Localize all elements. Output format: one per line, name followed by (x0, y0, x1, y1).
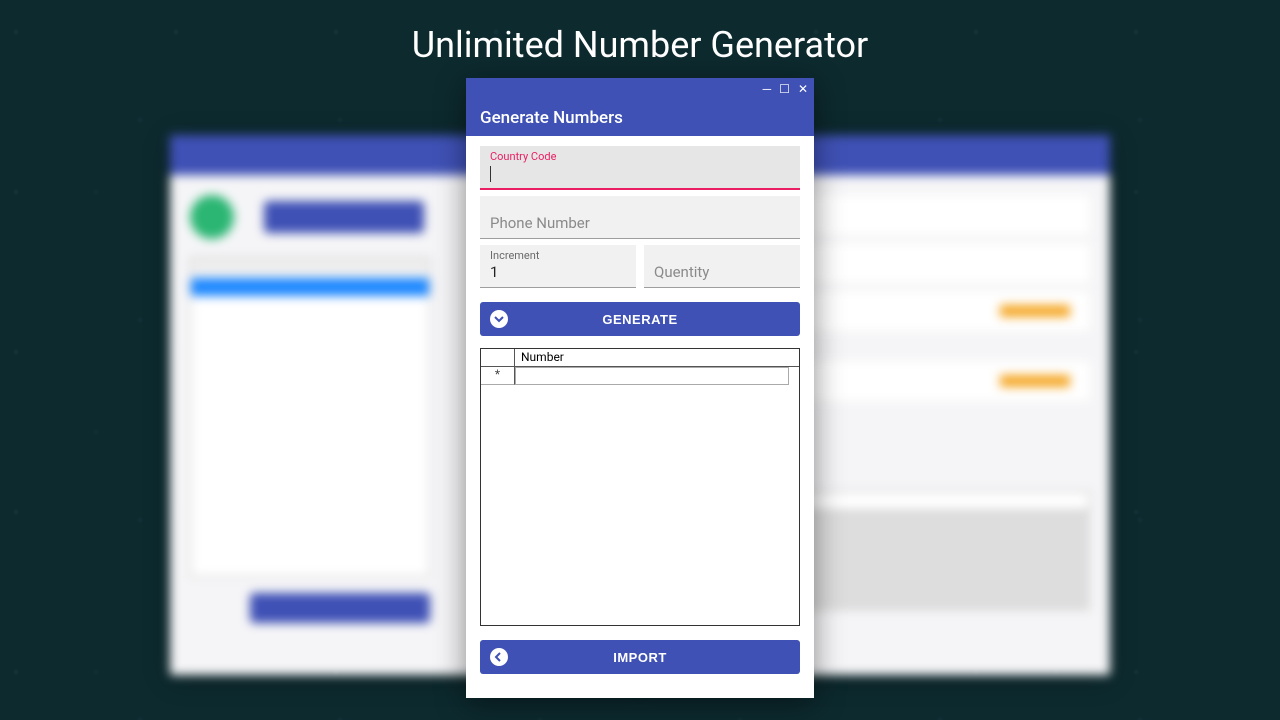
close-icon[interactable]: ✕ (798, 83, 808, 95)
country-code-field[interactable]: Country Code (480, 146, 800, 190)
chevron-down-icon (490, 310, 508, 328)
quantity-placeholder: Quentity (654, 263, 709, 281)
phone-number-field[interactable]: Phone Number (480, 196, 800, 239)
grid-corner (481, 349, 515, 367)
grid-cell[interactable] (515, 367, 789, 385)
text-caret (490, 166, 491, 182)
grid-row-marker: * (481, 367, 515, 385)
import-button-label: IMPORT (613, 650, 667, 665)
import-button[interactable]: IMPORT (480, 640, 800, 674)
generate-numbers-dialog: ─ ☐ ✕ Generate Numbers Country Code Phon… (466, 78, 814, 698)
table-row[interactable]: * (481, 367, 799, 385)
dialog-titlebar: ─ ☐ ✕ (466, 78, 814, 100)
maximize-icon[interactable]: ☐ (779, 83, 790, 95)
quantity-field[interactable]: Quentity (644, 245, 800, 288)
increment-field[interactable]: Increment 1 (480, 245, 636, 288)
dialog-title: Generate Numbers (466, 100, 814, 136)
grid-column-header: Number (515, 349, 799, 367)
arrow-left-icon (490, 648, 508, 666)
results-grid[interactable]: Number * (480, 348, 800, 626)
country-code-label: Country Code (490, 150, 556, 163)
phone-number-placeholder: Phone Number (490, 214, 590, 232)
generate-button-label: GENERATE (602, 312, 677, 327)
page-title: Unlimited Number Generator (0, 24, 1280, 66)
increment-label: Increment (490, 249, 539, 262)
minimize-icon[interactable]: ─ (763, 83, 772, 95)
increment-value: 1 (490, 263, 498, 281)
generate-button[interactable]: GENERATE (480, 302, 800, 336)
